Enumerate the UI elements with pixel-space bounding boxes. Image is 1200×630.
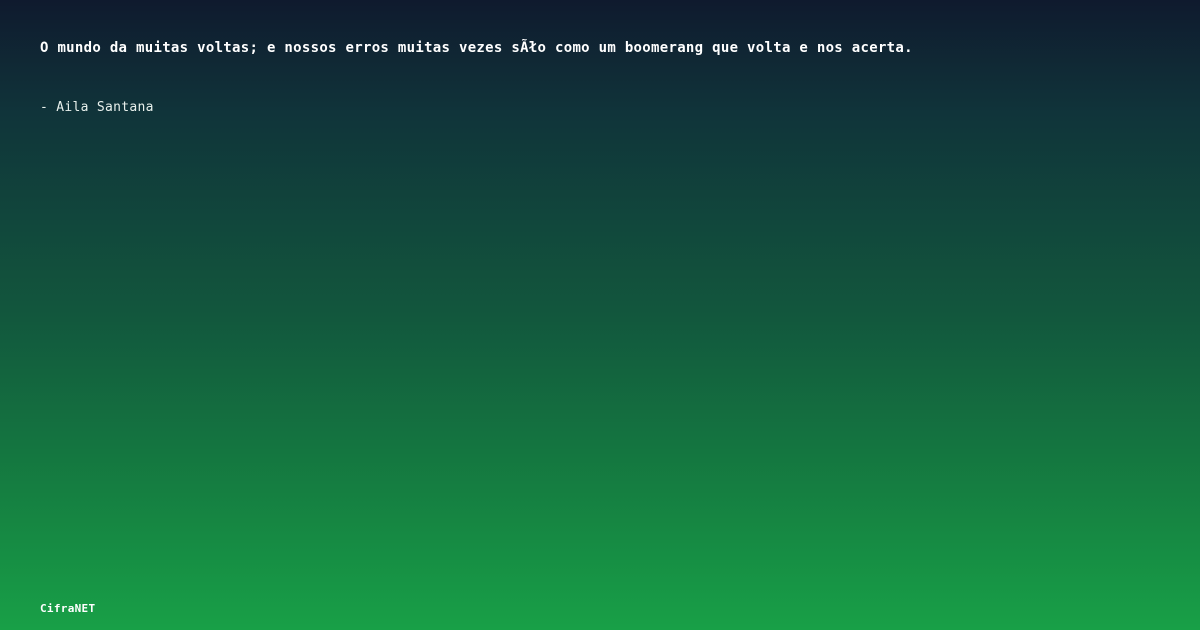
- brand-name: CifraNET: [40, 602, 96, 615]
- quote-text: O mundo da muitas voltas; e nossos erros…: [40, 40, 913, 56]
- quote-author: - Aila Santana: [40, 100, 154, 115]
